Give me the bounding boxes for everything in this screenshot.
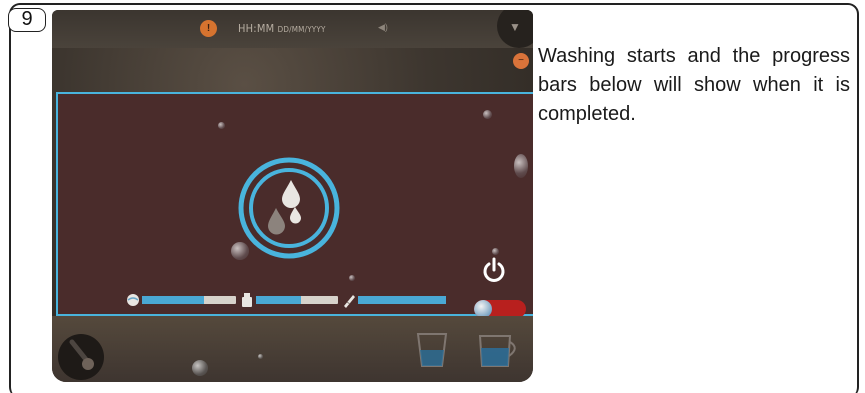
bubble [218,122,225,129]
bubble [349,275,355,281]
progress-bar-rinse [142,296,236,304]
step-description: Washing starts and the progress bars bel… [538,45,850,125]
rinse-icon [127,294,139,306]
speaker-icon[interactable]: ◀) [378,22,388,33]
detergent-bottle-icon [242,293,252,307]
power-icon[interactable] [480,256,508,284]
bubble [258,354,263,359]
bubble [514,154,528,178]
brush-tool-icon[interactable] [58,334,104,380]
progress-fill-brush [358,296,446,304]
chevron-down-icon[interactable]: ▼ [497,10,533,48]
glass-icon[interactable] [412,324,452,370]
step-number-badge: 9 [8,8,46,32]
bubble [192,360,208,376]
bubble [492,248,499,255]
time-format: HH:MM [238,22,275,35]
progress-fill-rinse [142,296,205,304]
washing-panel [56,92,533,318]
date-format: DD/MM/YYYY [277,25,326,34]
progress-fill-detergent [256,296,302,304]
bubble [231,242,249,260]
minus-icon[interactable]: − [513,53,529,69]
date-time-display: HH:MM DD/MM/YYYY [238,22,326,35]
washing-drops-icon [238,157,340,259]
progress-bars [126,292,526,308]
progress-bar-detergent [256,296,338,304]
mug-icon[interactable] [474,324,522,370]
bottom-bar [52,316,533,382]
machine-screen: ! HH:MM DD/MM/YYYY ◀) ▼ − [52,10,533,382]
bubble [483,110,492,119]
warning-icon[interactable]: ! [200,20,217,37]
brush-icon [344,295,355,308]
progress-bar-brush [358,296,446,304]
status-bar: ! HH:MM DD/MM/YYYY ◀) ▼ [52,10,533,48]
